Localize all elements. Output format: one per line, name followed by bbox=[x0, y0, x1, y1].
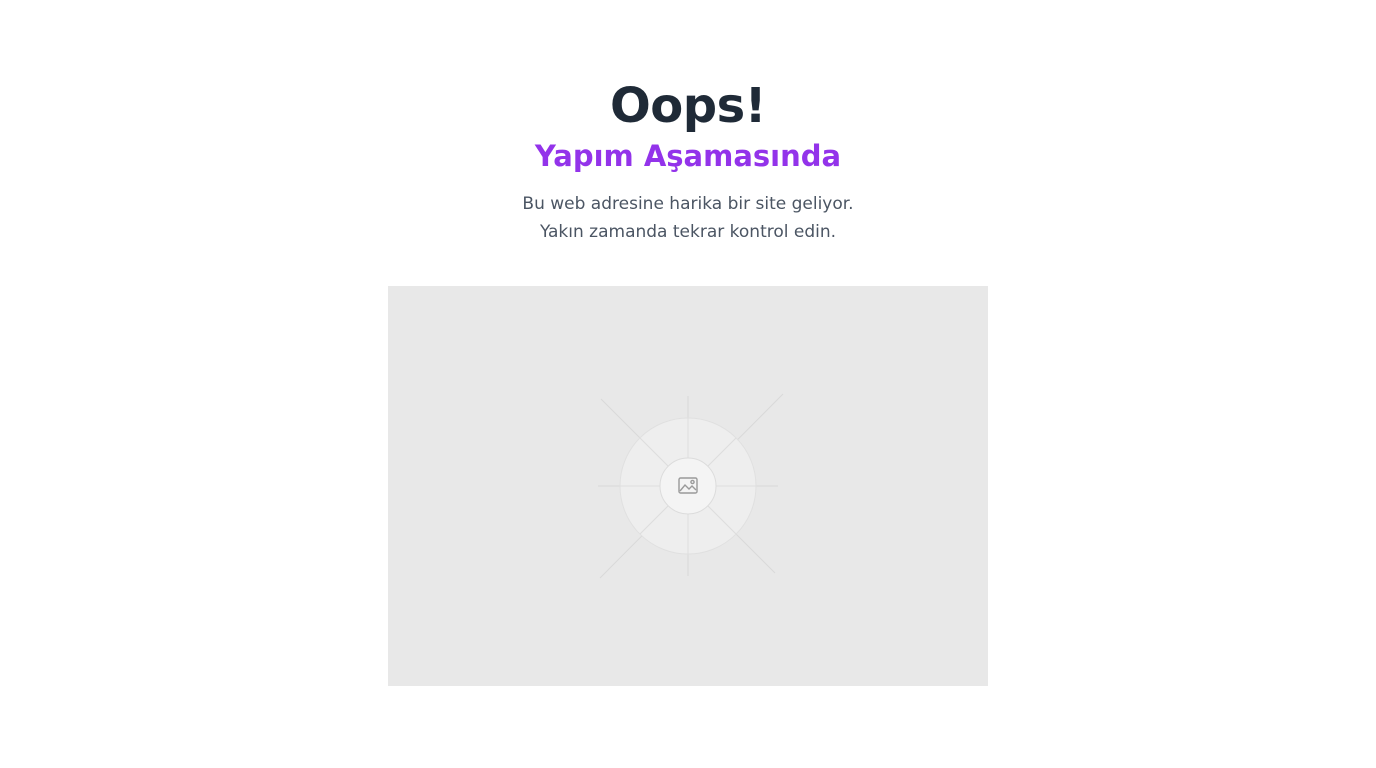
placeholder-graphic bbox=[598, 393, 784, 579]
message-line-2: Yakın zamanda tekrar kontrol edin. bbox=[539, 222, 837, 242]
page-subtitle: Yapım Aşamasında bbox=[534, 139, 842, 173]
page-title: Oops! bbox=[609, 78, 767, 134]
under-construction-page: Oops! Yapım Aşamasında Bu web adresine h… bbox=[0, 0, 1376, 768]
message-line-1: Bu web adresine harika bir site geliyor. bbox=[522, 194, 854, 214]
image-placeholder bbox=[388, 286, 988, 686]
status-message: Bu web adresine harika bir site geliyor.… bbox=[0, 190, 1376, 246]
